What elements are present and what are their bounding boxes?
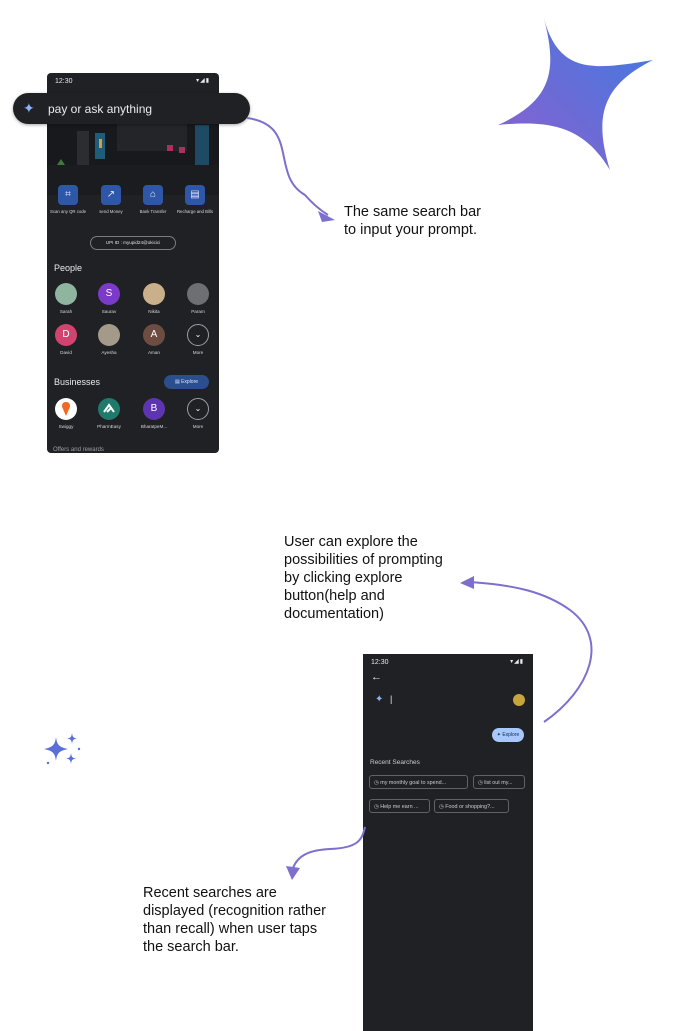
note-recent-searches: Recent searches are displayed (recogniti…	[143, 885, 326, 955]
arrow-recent-to-note	[286, 826, 366, 880]
